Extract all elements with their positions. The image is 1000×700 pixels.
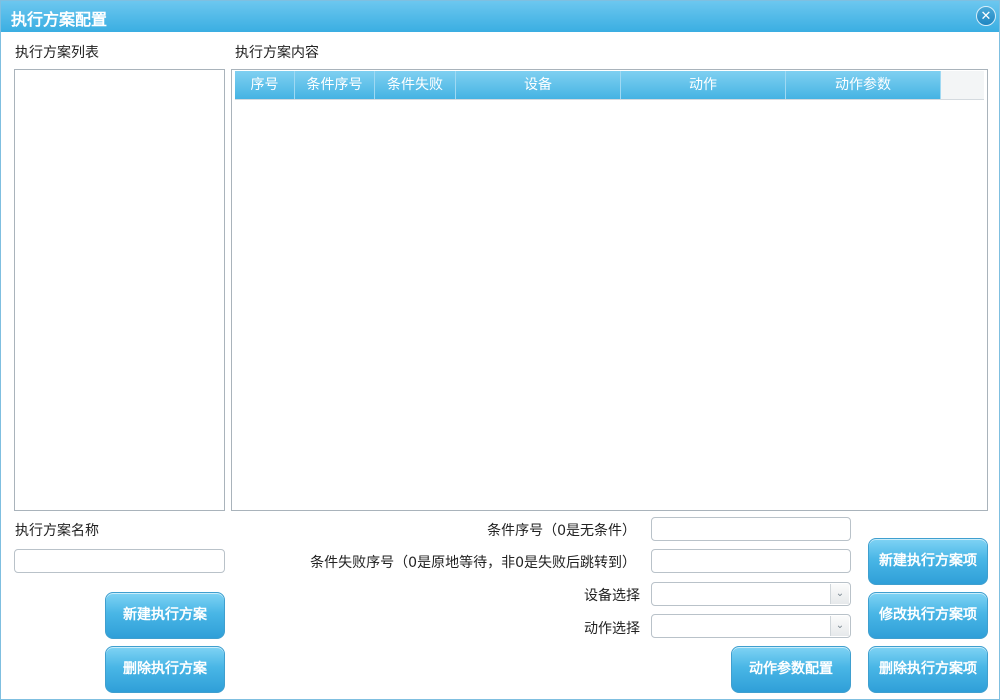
cond-fail-input[interactable] [651, 549, 851, 573]
chevron-down-icon[interactable]: ⌄ [830, 584, 849, 604]
plan-content-grid[interactable] [231, 69, 988, 511]
col-header-cond-fail[interactable]: 条件失败 [375, 71, 456, 99]
config-window: 执行方案配置 ✕ 执行方案列表 执行方案名称 新建执行方案 删除执行方案 执行方… [0, 0, 1000, 700]
plan-name-input[interactable] [14, 549, 225, 573]
title-bar: 执行方案配置 ✕ [1, 1, 999, 32]
cond-fail-label: 条件失败序号（0是原地等待，非0是失败后跳转到） [310, 555, 636, 571]
new-plan-button[interactable]: 新建执行方案 [105, 592, 225, 639]
plan-list[interactable] [14, 69, 225, 511]
cond-index-input[interactable] [651, 517, 851, 541]
edit-plan-item-button[interactable]: 修改执行方案项 [868, 592, 988, 639]
action-param-config-button[interactable]: 动作参数配置 [731, 646, 851, 693]
plan-name-label: 执行方案名称 [15, 523, 99, 539]
plan-list-label: 执行方案列表 [15, 45, 99, 61]
grid-header: 序号 条件序号 条件失败 设备 动作 动作参数 [235, 71, 984, 100]
window-title: 执行方案配置 [11, 10, 108, 29]
delete-plan-item-button[interactable]: 删除执行方案项 [868, 646, 988, 693]
cond-index-label: 条件序号（0是无条件） [487, 523, 636, 539]
col-header-action[interactable]: 动作 [621, 71, 786, 99]
new-plan-item-button[interactable]: 新建执行方案项 [868, 538, 988, 585]
action-select-label: 动作选择 [584, 621, 640, 637]
col-header-action-param[interactable]: 动作参数 [786, 71, 941, 99]
delete-plan-button[interactable]: 删除执行方案 [105, 646, 225, 693]
chevron-down-icon[interactable]: ⌄ [830, 616, 849, 636]
close-icon[interactable]: ✕ [976, 6, 996, 26]
device-select-label: 设备选择 [584, 588, 640, 604]
plan-content-label: 执行方案内容 [235, 45, 319, 61]
action-select[interactable]: ⌄ [651, 614, 851, 638]
device-select[interactable]: ⌄ [651, 582, 851, 606]
col-header-device[interactable]: 设备 [456, 71, 621, 99]
col-header-cond-index[interactable]: 条件序号 [295, 71, 375, 99]
col-header-index[interactable]: 序号 [235, 71, 295, 99]
